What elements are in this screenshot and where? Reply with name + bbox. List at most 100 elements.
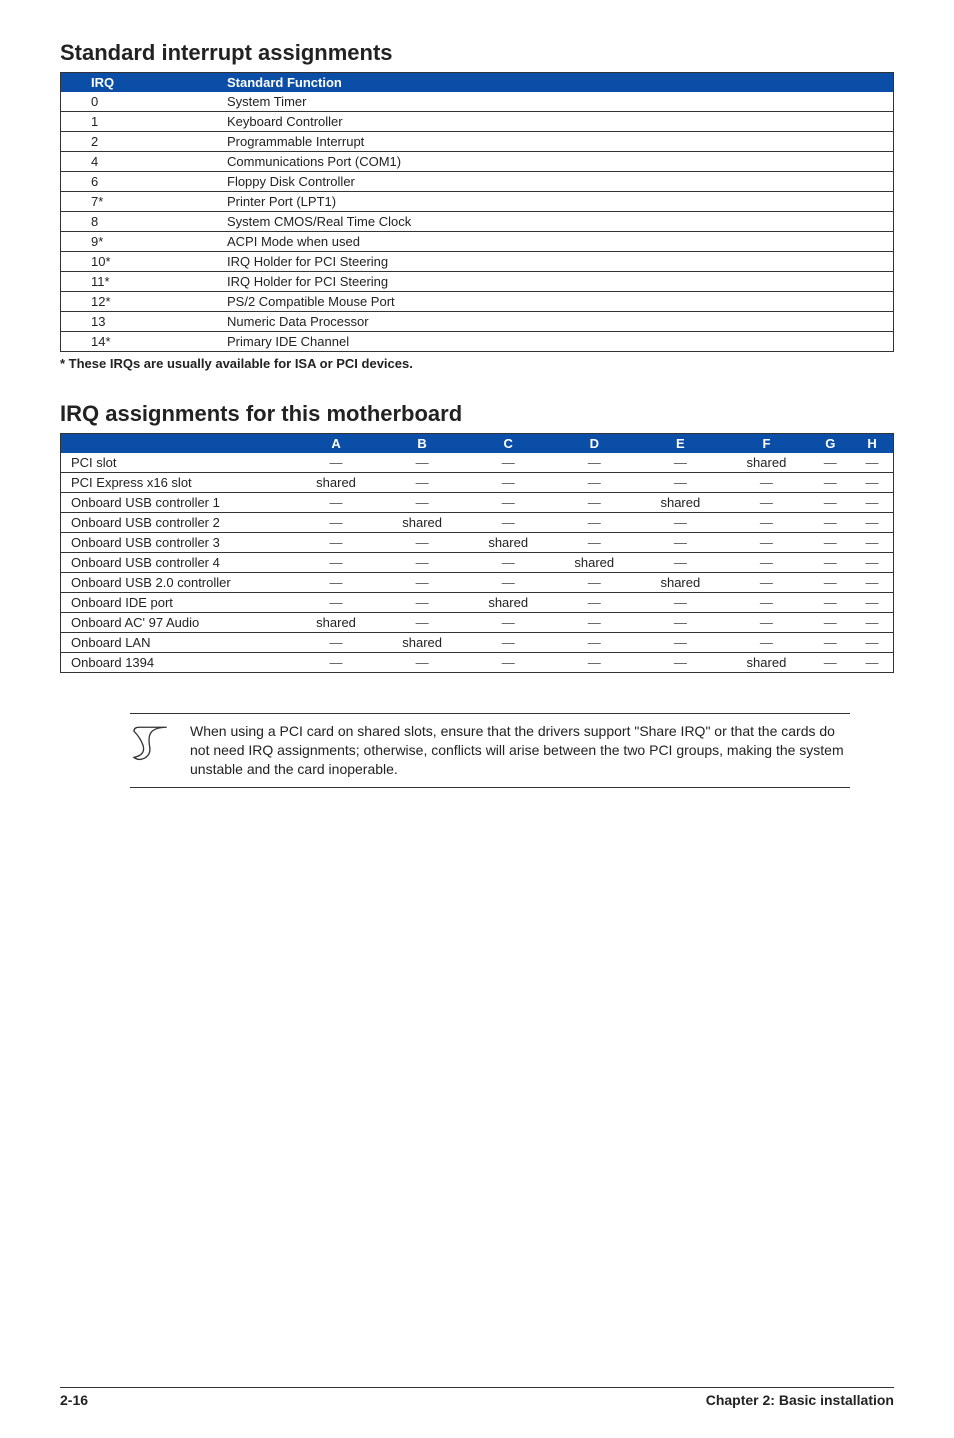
assign-cell: — [851,593,893,613]
assign-cell: — [637,473,723,493]
section2-title: IRQ assignments for this motherboard [60,401,894,427]
assign-cell: — [551,653,637,673]
assign-cell: — [551,453,637,473]
table-row: 8System CMOS/Real Time Clock [61,212,894,232]
func-cell: Communications Port (COM1) [217,152,894,172]
assign-cell: shared [637,573,723,593]
assign-cell: — [723,513,809,533]
assign-cell: — [851,453,893,473]
assign-cell: — [637,513,723,533]
func-cell: Floppy Disk Controller [217,172,894,192]
assign-cell: — [637,453,723,473]
assign-cell: — [809,573,851,593]
table-row: 9*ACPI Mode when used [61,232,894,252]
assign-cell: — [851,493,893,513]
assign-cell: — [723,593,809,613]
irq-cell: 9* [61,232,218,252]
section1-title: Standard interrupt assignments [60,40,894,66]
assign-cell: — [293,493,379,513]
irq-cell: 2 [61,132,218,152]
table-row: 11*IRQ Holder for PCI Steering [61,272,894,292]
assign-cell: — [723,493,809,513]
assign-col-header: E [637,434,723,454]
func-cell: IRQ Holder for PCI Steering [217,272,894,292]
assign-col-header: D [551,434,637,454]
table-row: 0System Timer [61,92,894,112]
irq-footnote: * These IRQs are usually available for I… [60,356,894,371]
device-name-cell: Onboard 1394 [61,653,294,673]
func-cell: Primary IDE Channel [217,332,894,352]
func-cell: ACPI Mode when used [217,232,894,252]
device-name-cell: PCI Express x16 slot [61,473,294,493]
table-row: Onboard USB controller 2—shared—————— [61,513,894,533]
irq-cell: 0 [61,92,218,112]
note-box: When using a PCI card on shared slots, e… [130,713,850,788]
irq-table: IRQ Standard Function 0System Timer1Keyb… [60,72,894,352]
func-cell: System Timer [217,92,894,112]
device-name-cell: Onboard USB controller 4 [61,553,294,573]
table-row: PCI Express x16 slotshared——————— [61,473,894,493]
table-row: 6Floppy Disk Controller [61,172,894,192]
assign-cell: — [465,473,551,493]
assign-col-header: B [379,434,465,454]
table-row: 7*Printer Port (LPT1) [61,192,894,212]
assign-cell: — [809,613,851,633]
assign-cell: — [809,493,851,513]
assign-cell: — [551,533,637,553]
func-cell: System CMOS/Real Time Clock [217,212,894,232]
assign-cell: — [465,513,551,533]
assign-cell: — [809,453,851,473]
func-cell: PS/2 Compatible Mouse Port [217,292,894,312]
irq-cell: 6 [61,172,218,192]
page-footer: 2-16 Chapter 2: Basic installation [60,1387,894,1408]
assign-cell: — [851,513,893,533]
table-row: Onboard USB controller 1————shared——— [61,493,894,513]
irq-cell: 14* [61,332,218,352]
table-row: Onboard 1394—————shared—— [61,653,894,673]
irq-header: IRQ [61,73,218,93]
func-cell: Keyboard Controller [217,112,894,132]
assign-cell: — [723,633,809,653]
table-row: 4Communications Port (COM1) [61,152,894,172]
device-name-cell: Onboard USB controller 2 [61,513,294,533]
assign-cell: — [637,633,723,653]
assign-cell: — [851,573,893,593]
table-row: 14*Primary IDE Channel [61,332,894,352]
assign-blank-header [61,434,294,454]
table-row: Onboard USB controller 4———shared———— [61,553,894,573]
table-row: Onboard USB controller 3——shared————— [61,533,894,553]
irq-cell: 4 [61,152,218,172]
table-row: PCI slot—————shared—— [61,453,894,473]
assign-cell: shared [465,533,551,553]
irq-cell: 1 [61,112,218,132]
table-row: 1Keyboard Controller [61,112,894,132]
device-name-cell: PCI slot [61,453,294,473]
assign-col-header: H [851,434,893,454]
assign-cell: — [851,533,893,553]
assign-cell: — [723,533,809,553]
func-header: Standard Function [217,73,894,93]
assign-cell: — [379,593,465,613]
assign-cell: shared [293,613,379,633]
assign-cell: — [851,613,893,633]
assign-cell: — [723,473,809,493]
assign-cell: — [809,593,851,613]
irq-cell: 13 [61,312,218,332]
assign-cell: — [379,493,465,513]
table-row: Onboard AC' 97 Audioshared——————— [61,613,894,633]
assign-cell: — [809,653,851,673]
assign-cell: — [551,613,637,633]
page-number: 2-16 [60,1392,88,1408]
assign-cell: shared [293,473,379,493]
assign-cell: — [293,633,379,653]
device-name-cell: Onboard IDE port [61,593,294,613]
note-icon [130,722,172,764]
device-name-cell: Onboard AC' 97 Audio [61,613,294,633]
assign-cell: — [465,453,551,473]
irq-cell: 12* [61,292,218,312]
assign-cell: — [293,513,379,533]
device-name-cell: Onboard USB controller 1 [61,493,294,513]
assign-cell: — [809,513,851,533]
assign-cell: — [851,473,893,493]
assign-cell: shared [465,593,551,613]
